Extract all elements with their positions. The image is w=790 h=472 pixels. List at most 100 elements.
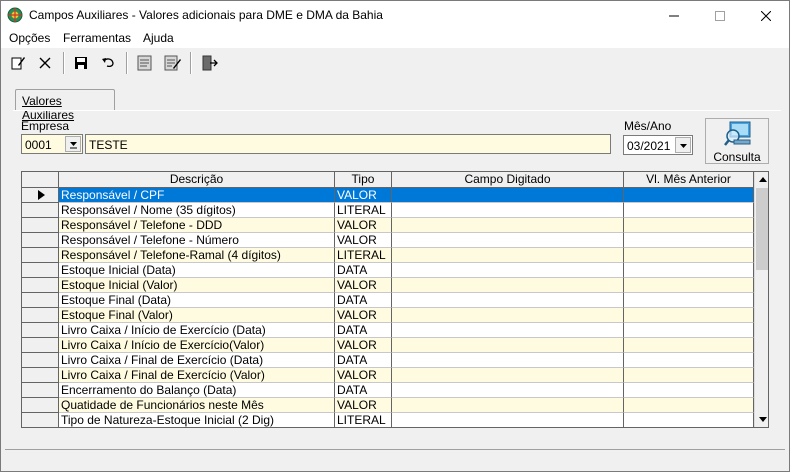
cell-vl-mes-anterior[interactable] bbox=[624, 218, 754, 233]
scroll-up-button[interactable] bbox=[755, 172, 768, 187]
cell-descricao[interactable]: Estoque Final (Valor) bbox=[59, 308, 335, 323]
table-row[interactable]: Estoque Final (Data) DATA bbox=[22, 293, 754, 308]
table-row[interactable]: Responsável / CPF VALOR bbox=[22, 188, 754, 203]
cell-campo-digitado[interactable] bbox=[392, 203, 624, 218]
header-tipo[interactable]: Tipo bbox=[335, 172, 392, 188]
cell-vl-mes-anterior[interactable] bbox=[624, 338, 754, 353]
cell-tipo[interactable]: DATA bbox=[335, 263, 392, 278]
cell-campo-digitado[interactable] bbox=[392, 338, 624, 353]
cell-tipo[interactable]: DATA bbox=[335, 293, 392, 308]
table-row[interactable]: Responsável / Telefone-Ramal (4 dígitos)… bbox=[22, 248, 754, 263]
cell-descricao[interactable]: Estoque Inicial (Data) bbox=[59, 263, 335, 278]
cell-campo-digitado[interactable] bbox=[392, 398, 624, 413]
mes-ano-dropdown-button[interactable] bbox=[675, 137, 691, 153]
cell-campo-digitado[interactable] bbox=[392, 308, 624, 323]
cell-campo-digitado[interactable] bbox=[392, 278, 624, 293]
cell-campo-digitado[interactable] bbox=[392, 323, 624, 338]
table-row[interactable]: Livro Caixa / Final de Exercício (Data) D… bbox=[22, 353, 754, 368]
cell-campo-digitado[interactable] bbox=[392, 293, 624, 308]
close-button[interactable] bbox=[743, 1, 789, 30]
cell-campo-digitado[interactable] bbox=[392, 368, 624, 383]
cell-vl-mes-anterior[interactable] bbox=[624, 413, 754, 427]
cell-vl-mes-anterior[interactable] bbox=[624, 233, 754, 248]
maximize-button[interactable] bbox=[697, 1, 743, 30]
empresa-code-combo[interactable]: 0001 bbox=[21, 134, 83, 154]
cell-campo-digitado[interactable] bbox=[392, 353, 624, 368]
cell-tipo[interactable]: LITERAL bbox=[335, 248, 392, 263]
header-descricao[interactable]: Descrição bbox=[59, 172, 335, 188]
table-row[interactable]: Estoque Final (Valor) VALOR bbox=[22, 308, 754, 323]
cell-campo-digitado[interactable] bbox=[392, 233, 624, 248]
cell-tipo[interactable]: VALOR bbox=[335, 338, 392, 353]
cell-tipo[interactable]: VALOR bbox=[335, 218, 392, 233]
header-campo-digitado[interactable]: Campo Digitado bbox=[392, 172, 624, 188]
cell-vl-mes-anterior[interactable] bbox=[624, 398, 754, 413]
scroll-thumb[interactable] bbox=[756, 188, 768, 270]
empresa-dropdown-button[interactable] bbox=[65, 136, 81, 152]
cell-vl-mes-anterior[interactable] bbox=[624, 383, 754, 398]
cell-vl-mes-anterior[interactable] bbox=[624, 368, 754, 383]
menu-opcoes[interactable]: Opções bbox=[9, 31, 50, 45]
cell-descricao[interactable]: Livro Caixa / Final de Exercício (Valor) bbox=[59, 368, 335, 383]
consulta-button[interactable]: Consulta bbox=[705, 118, 769, 164]
cell-descricao[interactable]: Estoque Inicial (Valor) bbox=[59, 278, 335, 293]
table-row[interactable]: Encerramento do Balanço (Data) DATA bbox=[22, 383, 754, 398]
cell-tipo[interactable]: VALOR bbox=[335, 398, 392, 413]
table-row[interactable]: Responsável / Nome (35 dígitos) LITERAL bbox=[22, 203, 754, 218]
cell-descricao[interactable]: Livro Caixa / Final de Exercício (Data) bbox=[59, 353, 335, 368]
cell-descricao[interactable]: Quatidade de Funcionários neste Mês bbox=[59, 398, 335, 413]
cell-descricao[interactable]: Responsável / Telefone-Ramal (4 dígitos) bbox=[59, 248, 335, 263]
cell-tipo[interactable]: DATA bbox=[335, 323, 392, 338]
cell-descricao[interactable]: Tipo de Natureza-Estoque Inicial (2 Dig) bbox=[59, 413, 335, 427]
mes-ano-select[interactable]: 03/2021 bbox=[623, 135, 693, 155]
cell-vl-mes-anterior[interactable] bbox=[624, 203, 754, 218]
cell-vl-mes-anterior[interactable] bbox=[624, 308, 754, 323]
table-row[interactable]: Livro Caixa / Início de Exercício (Data)… bbox=[22, 323, 754, 338]
table-row[interactable]: Livro Caixa / Início de Exercício(Valor)… bbox=[22, 338, 754, 353]
minimize-button[interactable] bbox=[651, 1, 697, 30]
table-row[interactable]: Tipo de Natureza-Estoque Inicial (2 Dig)… bbox=[22, 413, 754, 427]
cell-tipo[interactable]: DATA bbox=[335, 383, 392, 398]
tab-valores-auxiliares[interactable]: Valores Auxiliares bbox=[15, 89, 115, 122]
cell-tipo[interactable]: LITERAL bbox=[335, 413, 392, 427]
cell-campo-digitado[interactable] bbox=[392, 263, 624, 278]
cell-vl-mes-anterior[interactable] bbox=[624, 248, 754, 263]
cell-campo-digitado[interactable] bbox=[392, 188, 624, 203]
table-row[interactable]: Estoque Inicial (Valor) VALOR bbox=[22, 278, 754, 293]
cell-campo-digitado[interactable] bbox=[392, 383, 624, 398]
cell-vl-mes-anterior[interactable] bbox=[624, 188, 754, 203]
vertical-scrollbar[interactable] bbox=[754, 172, 768, 427]
cell-vl-mes-anterior[interactable] bbox=[624, 323, 754, 338]
cell-descricao[interactable]: Responsável / Nome (35 dígitos) bbox=[59, 203, 335, 218]
cell-descricao[interactable]: Responsável / Telefone - DDD bbox=[59, 218, 335, 233]
cell-tipo[interactable]: LITERAL bbox=[335, 203, 392, 218]
save-button[interactable] bbox=[70, 52, 92, 74]
edit-button[interactable] bbox=[7, 52, 29, 74]
cell-vl-mes-anterior[interactable] bbox=[624, 278, 754, 293]
cell-descricao[interactable]: Responsável / Telefone - Número bbox=[59, 233, 335, 248]
cell-tipo[interactable]: VALOR bbox=[335, 368, 392, 383]
cell-tipo[interactable]: VALOR bbox=[335, 188, 392, 203]
cell-descricao[interactable]: Responsável / CPF bbox=[59, 188, 335, 203]
cell-descricao[interactable]: Livro Caixa / Início de Exercício (Data) bbox=[59, 323, 335, 338]
cell-vl-mes-anterior[interactable] bbox=[624, 293, 754, 308]
table-row[interactable]: Responsável / Telefone - Número VALOR bbox=[22, 233, 754, 248]
cell-campo-digitado[interactable] bbox=[392, 413, 624, 427]
cell-vl-mes-anterior[interactable] bbox=[624, 353, 754, 368]
empresa-name-field[interactable]: TESTE bbox=[85, 134, 611, 154]
cell-tipo[interactable]: DATA bbox=[335, 353, 392, 368]
exit-button[interactable] bbox=[198, 52, 220, 74]
table-row[interactable]: Responsável / Telefone - DDD VALOR bbox=[22, 218, 754, 233]
cell-vl-mes-anterior[interactable] bbox=[624, 263, 754, 278]
menu-ajuda[interactable]: Ajuda bbox=[143, 31, 174, 45]
table-row[interactable]: Quatidade de Funcionários neste Mês VALOR bbox=[22, 398, 754, 413]
scroll-down-button[interactable] bbox=[755, 412, 768, 427]
menu-ferramentas[interactable]: Ferramentas bbox=[63, 31, 131, 45]
edit-notes-button[interactable] bbox=[161, 52, 183, 74]
cell-descricao[interactable]: Estoque Final (Data) bbox=[59, 293, 335, 308]
table-row[interactable]: Livro Caixa / Final de Exercício (Valor)… bbox=[22, 368, 754, 383]
undo-button[interactable] bbox=[97, 52, 119, 74]
cell-tipo[interactable]: VALOR bbox=[335, 278, 392, 293]
cell-campo-digitado[interactable] bbox=[392, 248, 624, 263]
delete-button[interactable] bbox=[34, 52, 56, 74]
